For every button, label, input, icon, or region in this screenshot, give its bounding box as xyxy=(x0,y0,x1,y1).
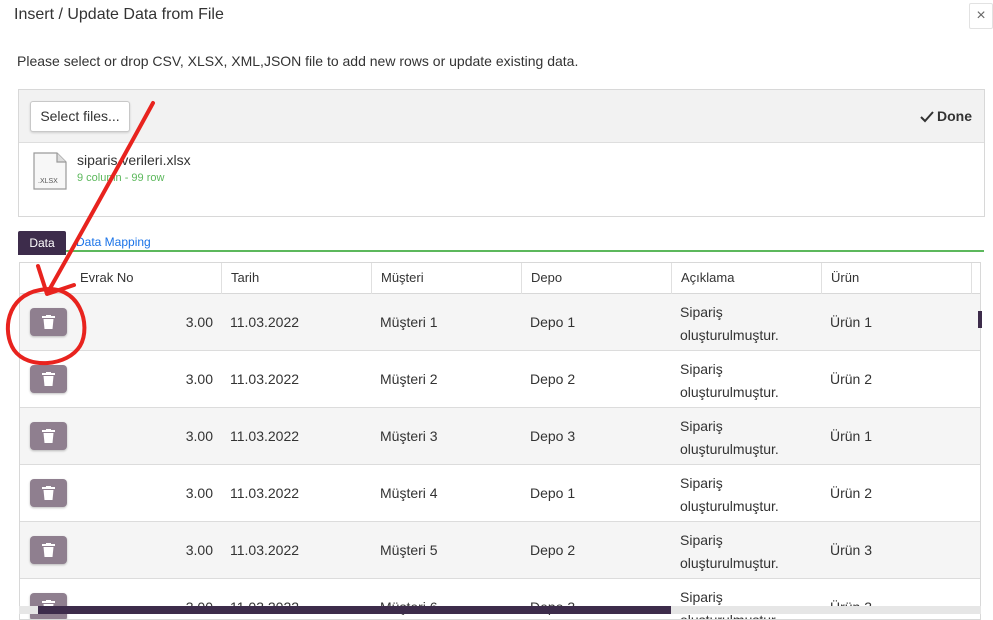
dialog-title: Insert / Update Data from File xyxy=(14,6,224,23)
cell-tarih: 11.03.2022 xyxy=(230,542,300,558)
table-row: 3.00 11.03.2022 Müşteri 4 Depo 1 Sipariş… xyxy=(20,465,980,522)
column-header-aciklama[interactable]: Açıklama xyxy=(671,263,821,294)
xlsx-file-icon: .XLSX xyxy=(33,152,67,190)
file-icon-label: .XLSX xyxy=(38,178,58,185)
tab-data[interactable]: Data xyxy=(18,231,66,255)
cell-evrak-no: 3.00 xyxy=(185,371,213,387)
delete-row-button[interactable] xyxy=(30,308,67,336)
cell-musteri: Müşteri 1 xyxy=(380,314,438,330)
table-row: 3.00 11.03.2022 Müşteri 5 Depo 2 Sipariş… xyxy=(20,522,980,579)
cell-tarih: 11.03.2022 xyxy=(230,428,300,444)
cell-depo: Depo 1 xyxy=(530,485,576,501)
instruction-text: Please select or drop CSV, XLSX, XML,JSO… xyxy=(17,53,579,69)
done-status: Done xyxy=(920,108,972,124)
column-header-tarih[interactable]: Tarih xyxy=(221,263,371,294)
delete-row-button[interactable] xyxy=(30,365,67,393)
cell-urun: Ürün 2 xyxy=(830,371,873,387)
trash-icon xyxy=(42,429,55,443)
cell-urun: Ürün 1 xyxy=(830,314,873,330)
cell-urun: Ürün 1 xyxy=(830,428,873,444)
trash-icon xyxy=(42,315,55,329)
tab-data-mapping[interactable]: Data Mapping xyxy=(76,235,151,249)
delete-row-button[interactable] xyxy=(30,479,67,507)
cell-depo: Depo 2 xyxy=(530,371,576,387)
grid-header: Evrak No Tarih Müşteri Depo Açıklama Ürü… xyxy=(20,263,980,294)
column-header-evrak-no[interactable]: Evrak No xyxy=(71,263,221,294)
cell-aciklama: Sipariş oluşturulmuştur. xyxy=(680,304,779,343)
cell-tarih: 11.03.2022 xyxy=(230,371,300,387)
cell-aciklama: Sipariş oluşturulmuştur. xyxy=(680,361,779,400)
cell-evrak-no: 3.00 xyxy=(185,485,213,501)
column-header-musteri[interactable]: Müşteri xyxy=(371,263,521,294)
horizontal-scrollbar[interactable] xyxy=(19,606,981,614)
uploaded-file: .XLSX siparis verileri.xlsx 9 column - 9… xyxy=(19,143,984,252)
select-files-button[interactable]: Select files... xyxy=(30,101,130,132)
cell-musteri: Müşteri 5 xyxy=(380,542,438,558)
data-grid: Evrak No Tarih Müşteri Depo Açıklama Ürü… xyxy=(19,262,981,620)
check-icon xyxy=(920,111,934,123)
cell-evrak-no: 3.00 xyxy=(185,428,213,444)
cell-evrak-no: 3.00 xyxy=(185,542,213,558)
cell-aciklama: Sipariş oluşturulmuştur. xyxy=(680,475,779,514)
cell-depo: Depo 1 xyxy=(530,314,576,330)
close-button[interactable]: × xyxy=(969,3,993,29)
table-row: 3.00 11.03.2022 Müşteri 1 Depo 1 Sipariş… xyxy=(20,294,980,351)
vertical-scrollbar-thumb[interactable] xyxy=(978,311,982,328)
trash-icon xyxy=(42,543,55,557)
cell-urun: Ürün 3 xyxy=(830,542,873,558)
trash-icon xyxy=(42,486,55,500)
done-label: Done xyxy=(937,108,972,124)
delete-row-button[interactable] xyxy=(30,422,67,450)
cell-musteri: Müşteri 2 xyxy=(380,371,438,387)
cell-evrak-no: 3.00 xyxy=(185,314,213,330)
cell-tarih: 11.03.2022 xyxy=(230,485,300,501)
delete-row-button[interactable] xyxy=(30,536,67,564)
cell-depo: Depo 3 xyxy=(530,428,576,444)
cell-tarih: 11.03.2022 xyxy=(230,314,300,330)
cell-urun: Ürün 2 xyxy=(830,485,873,501)
file-name: siparis verileri.xlsx xyxy=(77,152,191,168)
horizontal-scrollbar-thumb[interactable] xyxy=(38,606,671,614)
cell-aciklama: Sipariş oluşturulmuştur. xyxy=(680,532,779,571)
file-meta: 9 column - 99 row xyxy=(77,172,165,184)
upload-progress-bar xyxy=(19,250,984,252)
column-header-urun[interactable]: Ürün xyxy=(821,263,971,294)
cell-musteri: Müşteri 3 xyxy=(380,428,438,444)
trash-icon xyxy=(42,372,55,386)
cell-depo: Depo 2 xyxy=(530,542,576,558)
cell-aciklama: Sipariş oluşturulmuştur. xyxy=(680,418,779,457)
cell-musteri: Müşteri 4 xyxy=(380,485,438,501)
file-upload-area[interactable]: Select files... Done .XLSX siparis veril… xyxy=(18,89,985,252)
column-header-depo[interactable]: Depo xyxy=(521,263,671,294)
table-row: 3.00 11.03.2022 Müşteri 2 Depo 2 Sipariş… xyxy=(20,351,980,408)
upload-toolbar: Select files... Done xyxy=(19,90,984,143)
table-row: 3.00 11.03.2022 Müşteri 3 Depo 3 Sipariş… xyxy=(20,408,980,465)
